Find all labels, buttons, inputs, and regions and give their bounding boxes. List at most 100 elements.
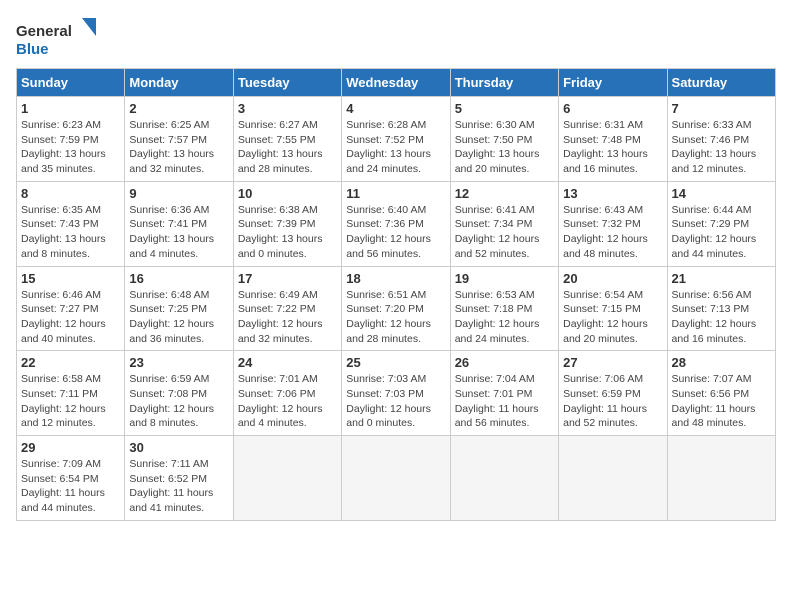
day-number: 18 bbox=[346, 271, 445, 286]
calendar-cell: 20 Sunrise: 6:54 AMSunset: 7:15 PMDayligh… bbox=[559, 266, 667, 351]
day-number: 19 bbox=[455, 271, 554, 286]
day-number: 2 bbox=[129, 101, 228, 116]
day-info: Sunrise: 6:41 AMSunset: 7:34 PMDaylight:… bbox=[455, 203, 554, 262]
day-info: Sunrise: 7:11 AMSunset: 6:52 PMDaylight:… bbox=[129, 457, 228, 516]
day-info: Sunrise: 6:58 AMSunset: 7:11 PMDaylight:… bbox=[21, 372, 120, 431]
calendar-cell bbox=[342, 436, 450, 521]
day-info: Sunrise: 6:46 AMSunset: 7:27 PMDaylight:… bbox=[21, 288, 120, 347]
logo-svg: General Blue bbox=[16, 16, 96, 60]
day-number: 11 bbox=[346, 186, 445, 201]
day-number: 6 bbox=[563, 101, 662, 116]
day-number: 20 bbox=[563, 271, 662, 286]
calendar-header-row: SundayMondayTuesdayWednesdayThursdayFrid… bbox=[17, 69, 776, 97]
calendar-week-row: 22 Sunrise: 6:58 AMSunset: 7:11 PMDayligh… bbox=[17, 351, 776, 436]
calendar-cell: 15 Sunrise: 6:46 AMSunset: 7:27 PMDayligh… bbox=[17, 266, 125, 351]
calendar-cell: 3Sunrise: 6:27 AMSunset: 7:55 PMDaylight… bbox=[233, 97, 341, 182]
calendar-week-row: 1 Sunrise: 6:23 AMSunset: 7:59 PMDaylight… bbox=[17, 97, 776, 182]
calendar-cell: 11 Sunrise: 6:40 AMSunset: 7:36 PMDayligh… bbox=[342, 181, 450, 266]
day-info: Sunrise: 6:49 AMSunset: 7:22 PMDaylight:… bbox=[238, 288, 337, 347]
day-info: Sunrise: 6:31 AMSunset: 7:48 PMDaylight:… bbox=[563, 118, 662, 177]
calendar-header-monday: Monday bbox=[125, 69, 233, 97]
day-info: Sunrise: 7:01 AMSunset: 7:06 PMDaylight:… bbox=[238, 372, 337, 431]
day-info: Sunrise: 6:51 AMSunset: 7:20 PMDaylight:… bbox=[346, 288, 445, 347]
day-info: Sunrise: 6:53 AMSunset: 7:18 PMDaylight:… bbox=[455, 288, 554, 347]
calendar-cell: 29 Sunrise: 7:09 AMSunset: 6:54 PMDayligh… bbox=[17, 436, 125, 521]
day-info: Sunrise: 6:23 AMSunset: 7:59 PMDaylight:… bbox=[21, 118, 120, 177]
day-info: Sunrise: 7:07 AMSunset: 6:56 PMDaylight:… bbox=[672, 372, 771, 431]
calendar-cell: 17 Sunrise: 6:49 AMSunset: 7:22 PMDayligh… bbox=[233, 266, 341, 351]
day-number: 1 bbox=[21, 101, 120, 116]
day-number: 7 bbox=[672, 101, 771, 116]
calendar-cell: 27 Sunrise: 7:06 AMSunset: 6:59 PMDayligh… bbox=[559, 351, 667, 436]
day-info: Sunrise: 6:59 AMSunset: 7:08 PMDaylight:… bbox=[129, 372, 228, 431]
day-number: 5 bbox=[455, 101, 554, 116]
day-info: Sunrise: 6:25 AMSunset: 7:57 PMDaylight:… bbox=[129, 118, 228, 177]
day-number: 28 bbox=[672, 355, 771, 370]
day-info: Sunrise: 6:40 AMSunset: 7:36 PMDaylight:… bbox=[346, 203, 445, 262]
day-number: 26 bbox=[455, 355, 554, 370]
day-number: 14 bbox=[672, 186, 771, 201]
day-info: Sunrise: 6:43 AMSunset: 7:32 PMDaylight:… bbox=[563, 203, 662, 262]
calendar-cell: 28 Sunrise: 7:07 AMSunset: 6:56 PMDayligh… bbox=[667, 351, 775, 436]
day-number: 27 bbox=[563, 355, 662, 370]
day-info: Sunrise: 6:36 AMSunset: 7:41 PMDaylight:… bbox=[129, 203, 228, 262]
calendar-cell: 6 Sunrise: 6:31 AMSunset: 7:48 PMDaylight… bbox=[559, 97, 667, 182]
day-number: 22 bbox=[21, 355, 120, 370]
calendar-cell: 4 Sunrise: 6:28 AMSunset: 7:52 PMDaylight… bbox=[342, 97, 450, 182]
day-number: 16 bbox=[129, 271, 228, 286]
calendar-cell: 18 Sunrise: 6:51 AMSunset: 7:20 PMDayligh… bbox=[342, 266, 450, 351]
calendar-cell: 30 Sunrise: 7:11 AMSunset: 6:52 PMDayligh… bbox=[125, 436, 233, 521]
calendar-header-tuesday: Tuesday bbox=[233, 69, 341, 97]
calendar-cell: 2 Sunrise: 6:25 AMSunset: 7:57 PMDaylight… bbox=[125, 97, 233, 182]
calendar-week-row: 8 Sunrise: 6:35 AMSunset: 7:43 PMDaylight… bbox=[17, 181, 776, 266]
calendar-cell: 16 Sunrise: 6:48 AMSunset: 7:25 PMDayligh… bbox=[125, 266, 233, 351]
calendar-header-thursday: Thursday bbox=[450, 69, 558, 97]
day-info: Sunrise: 6:30 AMSunset: 7:50 PMDaylight:… bbox=[455, 118, 554, 177]
calendar-cell: 22 Sunrise: 6:58 AMSunset: 7:11 PMDayligh… bbox=[17, 351, 125, 436]
day-info: Sunrise: 6:35 AMSunset: 7:43 PMDaylight:… bbox=[21, 203, 120, 262]
day-info: Sunrise: 7:06 AMSunset: 6:59 PMDaylight:… bbox=[563, 372, 662, 431]
calendar-week-row: 15 Sunrise: 6:46 AMSunset: 7:27 PMDayligh… bbox=[17, 266, 776, 351]
calendar-header-saturday: Saturday bbox=[667, 69, 775, 97]
day-number: 17 bbox=[238, 271, 337, 286]
calendar-week-row: 29 Sunrise: 7:09 AMSunset: 6:54 PMDayligh… bbox=[17, 436, 776, 521]
day-number: 29 bbox=[21, 440, 120, 455]
day-info: Sunrise: 7:04 AMSunset: 7:01 PMDaylight:… bbox=[455, 372, 554, 431]
day-info: Sunrise: 6:48 AMSunset: 7:25 PMDaylight:… bbox=[129, 288, 228, 347]
calendar-cell: 9 Sunrise: 6:36 AMSunset: 7:41 PMDaylight… bbox=[125, 181, 233, 266]
day-info: Sunrise: 6:54 AMSunset: 7:15 PMDaylight:… bbox=[563, 288, 662, 347]
day-info: Sunrise: 7:09 AMSunset: 6:54 PMDaylight:… bbox=[21, 457, 120, 516]
day-number: 30 bbox=[129, 440, 228, 455]
calendar-cell bbox=[559, 436, 667, 521]
day-info: Sunrise: 6:27 AMSunset: 7:55 PMDaylight:… bbox=[238, 118, 337, 177]
calendar-cell: 14 Sunrise: 6:44 AMSunset: 7:29 PMDayligh… bbox=[667, 181, 775, 266]
calendar-cell: 1 Sunrise: 6:23 AMSunset: 7:59 PMDaylight… bbox=[17, 97, 125, 182]
day-number: 23 bbox=[129, 355, 228, 370]
calendar-cell: 26 Sunrise: 7:04 AMSunset: 7:01 PMDayligh… bbox=[450, 351, 558, 436]
calendar-cell: 8 Sunrise: 6:35 AMSunset: 7:43 PMDaylight… bbox=[17, 181, 125, 266]
day-number: 10 bbox=[238, 186, 337, 201]
calendar-table: SundayMondayTuesdayWednesdayThursdayFrid… bbox=[16, 68, 776, 521]
day-number: 15 bbox=[21, 271, 120, 286]
calendar-cell bbox=[233, 436, 341, 521]
calendar-cell: 10 Sunrise: 6:38 AMSunset: 7:39 PMDayligh… bbox=[233, 181, 341, 266]
calendar-header-wednesday: Wednesday bbox=[342, 69, 450, 97]
day-number: 8 bbox=[21, 186, 120, 201]
calendar-cell: 7Sunrise: 6:33 AMSunset: 7:46 PMDaylight… bbox=[667, 97, 775, 182]
calendar-cell: 24Sunrise: 7:01 AMSunset: 7:06 PMDayligh… bbox=[233, 351, 341, 436]
day-number: 4 bbox=[346, 101, 445, 116]
day-number: 13 bbox=[563, 186, 662, 201]
day-info: Sunrise: 6:38 AMSunset: 7:39 PMDaylight:… bbox=[238, 203, 337, 262]
logo: General Blue bbox=[16, 16, 96, 60]
day-number: 25 bbox=[346, 355, 445, 370]
page-header: General Blue bbox=[16, 16, 776, 60]
calendar-cell: 21Sunrise: 6:56 AMSunset: 7:13 PMDayligh… bbox=[667, 266, 775, 351]
calendar-cell: 12 Sunrise: 6:41 AMSunset: 7:34 PMDayligh… bbox=[450, 181, 558, 266]
day-number: 21 bbox=[672, 271, 771, 286]
day-number: 9 bbox=[129, 186, 228, 201]
day-info: Sunrise: 6:28 AMSunset: 7:52 PMDaylight:… bbox=[346, 118, 445, 177]
svg-text:General: General bbox=[16, 23, 72, 40]
calendar-cell bbox=[450, 436, 558, 521]
day-number: 12 bbox=[455, 186, 554, 201]
day-info: Sunrise: 6:44 AMSunset: 7:29 PMDaylight:… bbox=[672, 203, 771, 262]
